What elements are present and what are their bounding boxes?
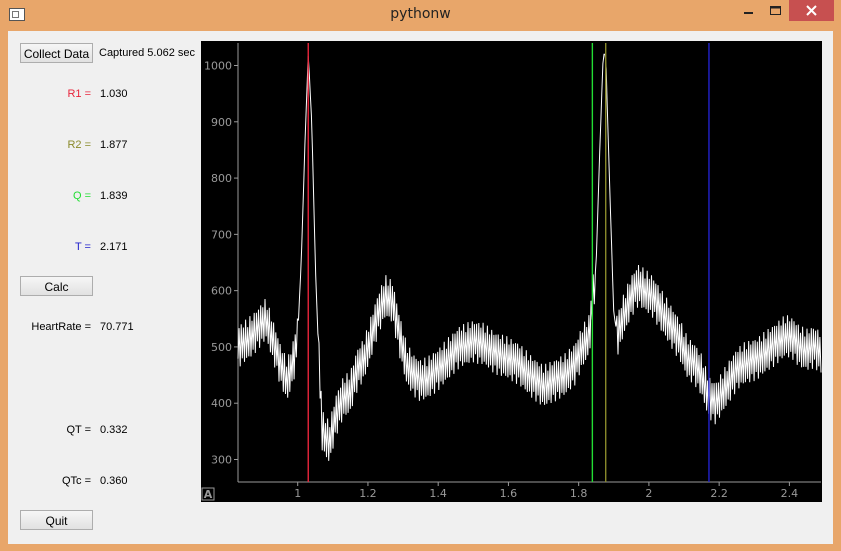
x-tick-label: 2 <box>645 487 652 500</box>
x-tick-label: 1.8 <box>570 487 588 500</box>
calc-button[interactable]: Calc <box>20 276 93 296</box>
captured-status: Captured 5.062 sec <box>99 47 196 59</box>
q-label: Q = <box>72 190 91 202</box>
heartrate-label: HeartRate = <box>31 321 91 333</box>
x-tick-label: 1 <box>294 487 301 500</box>
close-button[interactable] <box>789 0 834 21</box>
y-tick-label: 700 <box>211 228 232 241</box>
qtc-value: 0.360 <box>100 475 128 487</box>
qt-label: QT = <box>66 424 91 436</box>
y-tick-label: 900 <box>211 116 232 129</box>
ecg-chart: 300 400 500 600 700 800 900 1000 1 1.2 1.4 1.6 1.8 2 2… <box>201 43 822 501</box>
q-value: 1.839 <box>100 190 128 202</box>
qt-value: 0.332 <box>100 424 128 436</box>
r1-label: R1 = <box>67 88 91 100</box>
y-tick-label: 1000 <box>204 60 232 73</box>
x-tick-label: 2.2 <box>710 487 728 500</box>
y-tick-label: 600 <box>211 285 232 298</box>
t-value: 2.171 <box>100 241 128 253</box>
minimize-icon <box>744 12 753 14</box>
window-title: pythonw <box>390 6 451 22</box>
ecg-plot[interactable]: 300 400 500 600 700 800 900 1000 1 1.2 1.4 1.6 1.8 2 2… <box>201 41 822 502</box>
y-tick-label: 500 <box>211 341 232 354</box>
heartrate-value: 70.771 <box>100 321 134 333</box>
y-tick-label: 300 <box>211 453 232 466</box>
r2-value: 1.877 <box>100 139 128 151</box>
r1-value: 1.030 <box>100 88 128 100</box>
app-window: pythonw Collect Data Captured 5.062 sec … <box>0 0 841 551</box>
client-area: Collect Data Captured 5.062 sec R1 = 1.0… <box>8 31 833 544</box>
collect-data-button[interactable]: Collect Data <box>20 43 93 63</box>
x-tick-label: 1.6 <box>500 487 518 500</box>
maximize-icon <box>770 6 781 15</box>
close-icon <box>806 5 817 16</box>
auto-range-label: A <box>204 488 213 501</box>
qtc-label: QTc = <box>61 475 91 487</box>
t-label: T = <box>74 241 91 253</box>
x-tick-label: 2.4 <box>781 487 799 500</box>
ecg-signal-line <box>237 53 822 461</box>
y-tick-label: 400 <box>211 397 232 410</box>
quit-button[interactable]: Quit <box>20 510 93 530</box>
x-tick-label: 1.2 <box>359 487 377 500</box>
x-tick-label: 1.4 <box>429 487 447 500</box>
title-bar[interactable]: pythonw <box>0 0 841 31</box>
r2-label: R2 = <box>67 139 91 151</box>
maximize-button[interactable] <box>763 0 788 21</box>
minimize-button[interactable] <box>736 0 761 21</box>
y-tick-label: 800 <box>211 172 232 185</box>
